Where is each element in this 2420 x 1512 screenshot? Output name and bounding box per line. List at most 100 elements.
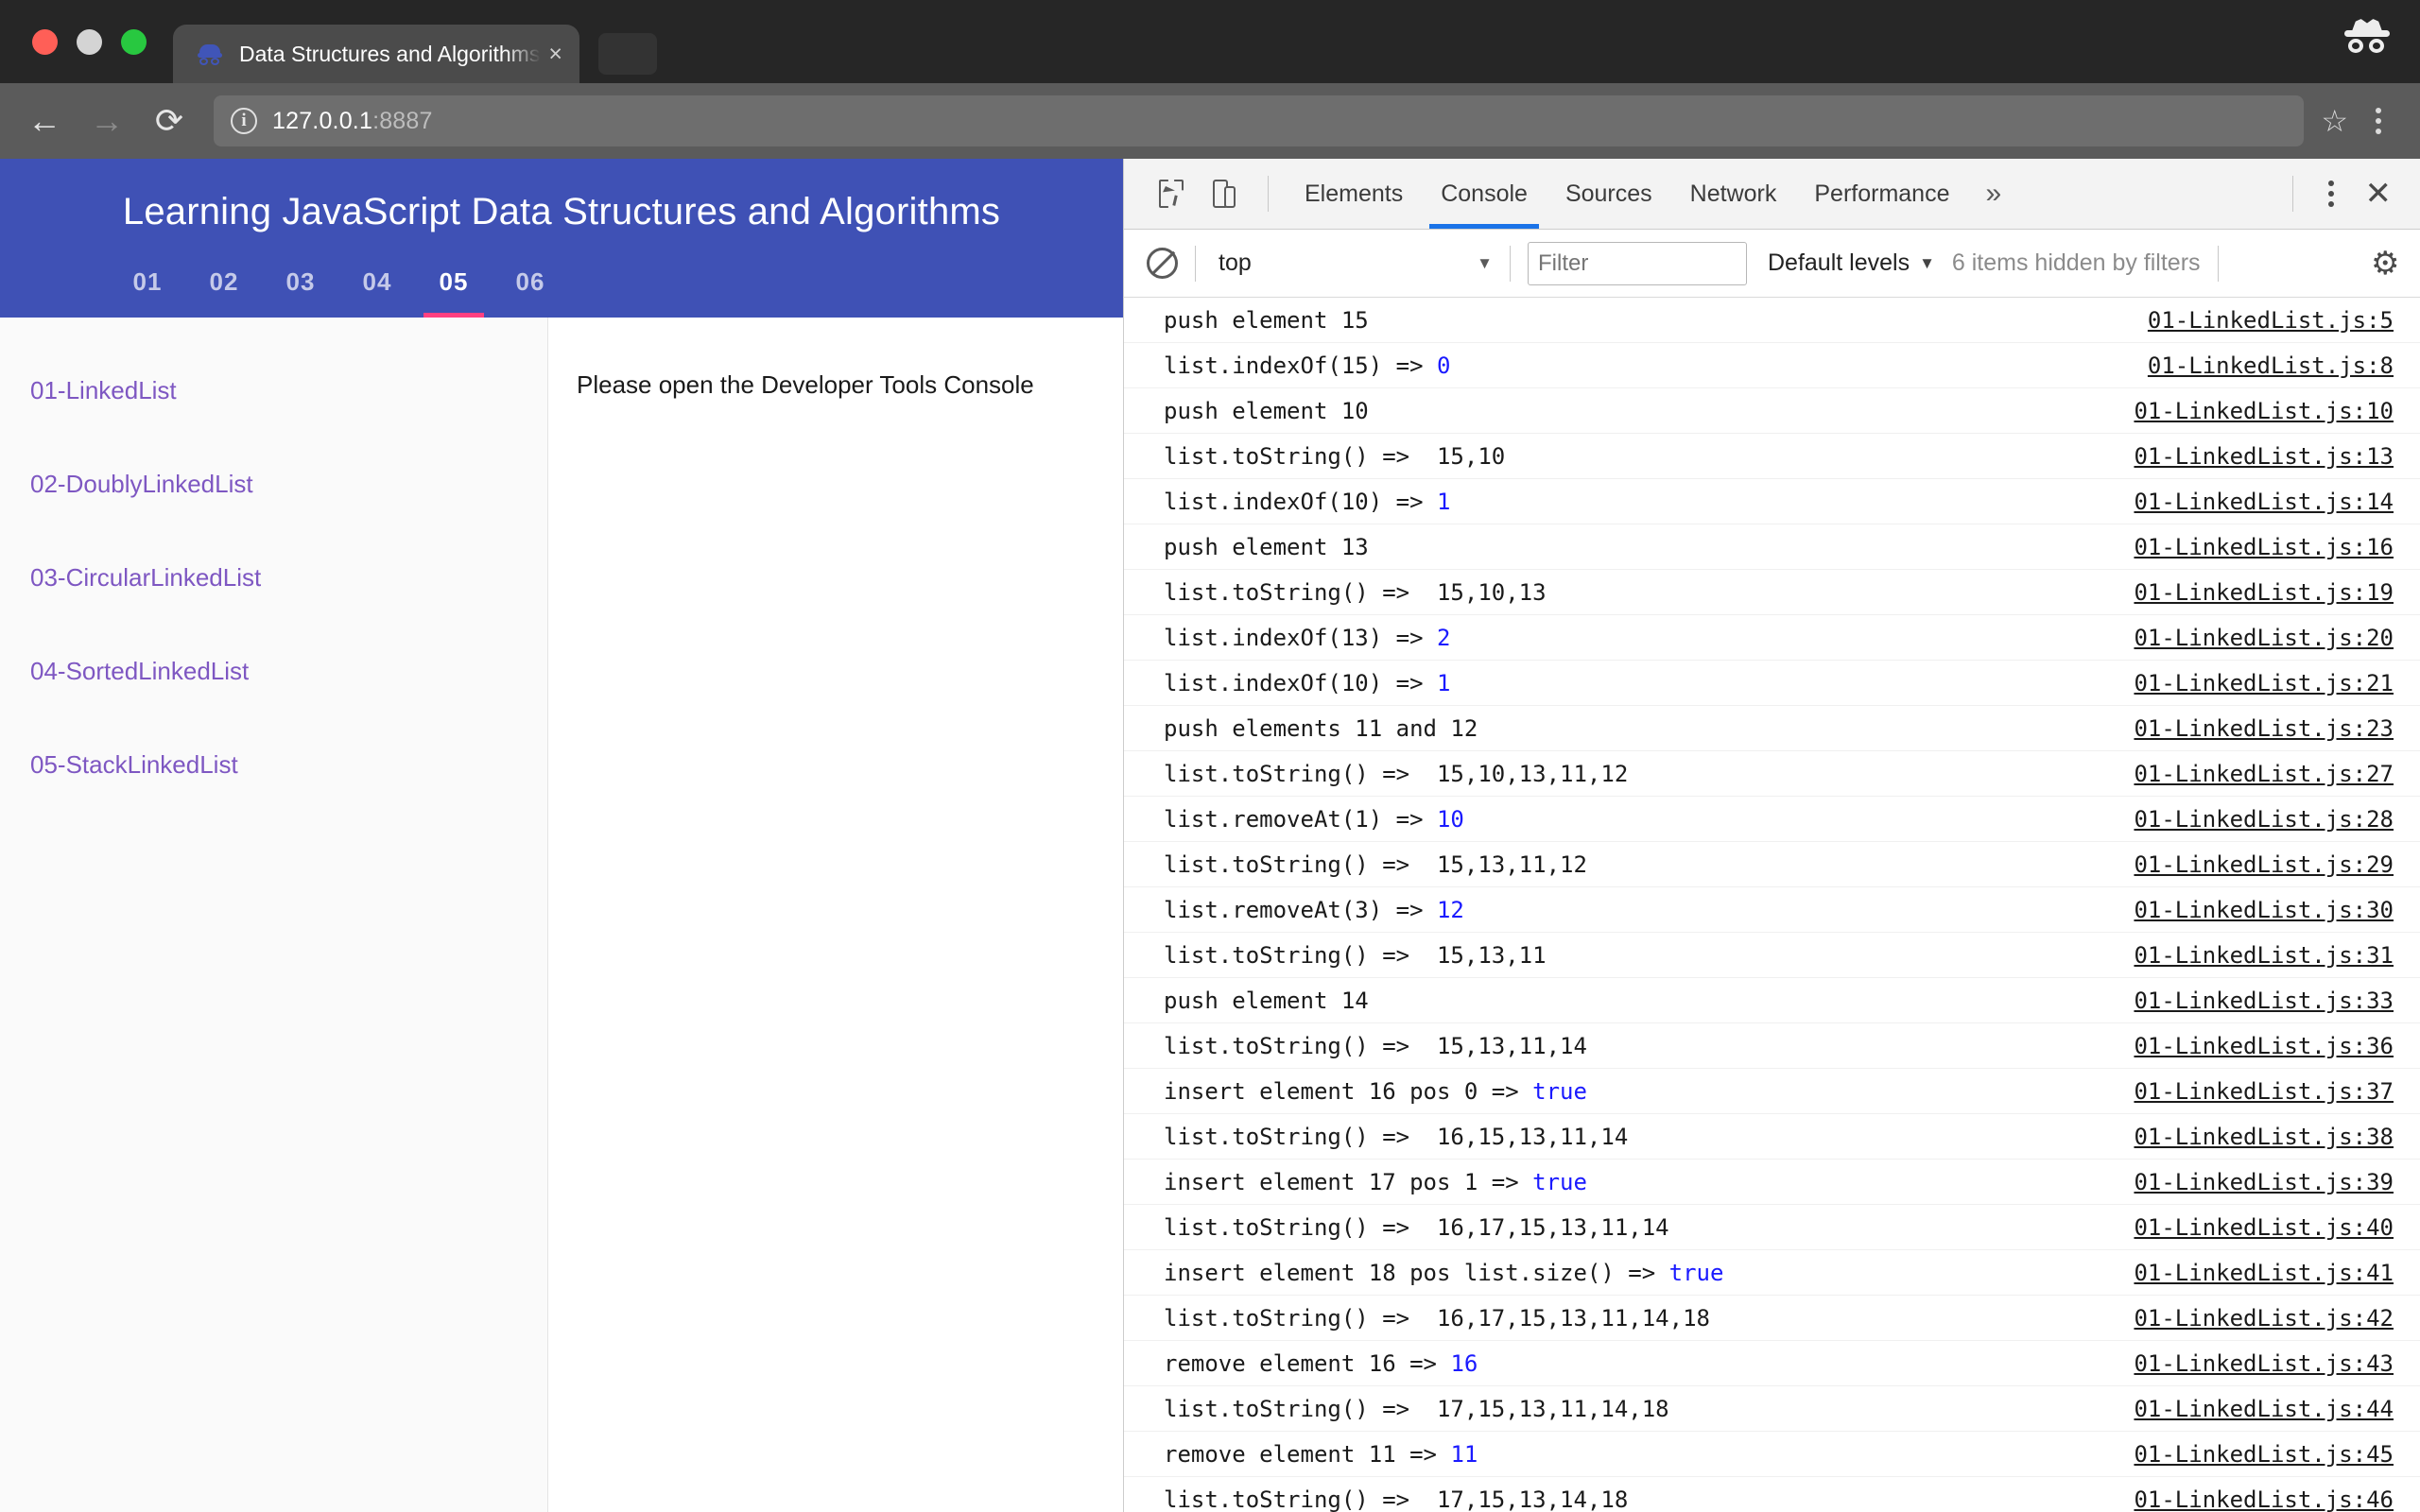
gear-icon[interactable]: ⚙ <box>2371 248 2403 280</box>
browser-menu-icon[interactable] <box>2358 108 2399 134</box>
console-message-row[interactable]: list.indexOf(15) => 001-LinkedList.js:8 <box>1124 343 2420 388</box>
console-message-row[interactable]: list.toString() => 15,13,1101-LinkedList… <box>1124 933 2420 978</box>
tab-strip: Data Structures and Algorithms × <box>0 0 2420 83</box>
devtools-menu-icon[interactable] <box>2310 180 2352 207</box>
console-source-link[interactable]: 01-LinkedList.js:45 <box>2134 1441 2394 1468</box>
console-message-text: list.indexOf(13) => 2 <box>1164 625 2134 651</box>
console-source-link[interactable]: 01-LinkedList.js:5 <box>2148 307 2394 334</box>
console-message-row[interactable]: list.toString() => 15,13,11,1401-LinkedL… <box>1124 1023 2420 1069</box>
forward-icon[interactable]: → <box>76 90 138 152</box>
devtools-tab-performance[interactable]: Performance <box>1795 159 1968 229</box>
maximize-window-button[interactable] <box>121 29 147 55</box>
console-source-link[interactable]: 01-LinkedList.js:21 <box>2134 670 2394 696</box>
console-message-row[interactable]: list.toString() => 15,13,11,1201-LinkedL… <box>1124 842 2420 887</box>
console-message-row[interactable]: list.indexOf(10) => 101-LinkedList.js:14 <box>1124 479 2420 524</box>
console-source-link[interactable]: 01-LinkedList.js:44 <box>2134 1396 2394 1422</box>
tab-close-icon[interactable]: × <box>548 43 562 66</box>
console-source-link[interactable]: 01-LinkedList.js:23 <box>2134 715 2394 742</box>
console-message-row[interactable]: insert element 18 pos list.size() => tru… <box>1124 1250 2420 1296</box>
console-message-row[interactable]: list.toString() => 15,10,1301-LinkedList… <box>1124 570 2420 615</box>
console-message-row[interactable]: list.toString() => 15,10,13,11,1201-Link… <box>1124 751 2420 797</box>
console-message-row[interactable]: push element 1001-LinkedList.js:10 <box>1124 388 2420 434</box>
console-message-row[interactable]: remove element 16 => 1601-LinkedList.js:… <box>1124 1341 2420 1386</box>
sidebar-link-02-doublylinkedlist[interactable]: 02-DoublyLinkedList <box>30 470 547 499</box>
console-source-link[interactable]: 01-LinkedList.js:37 <box>2134 1078 2394 1105</box>
console-message-text: list.toString() => 16,15,13,11,14 <box>1164 1124 2134 1150</box>
console-log-levels-selector[interactable]: Default levels ▼ <box>1768 249 1935 277</box>
console-message-row[interactable]: push element 1401-LinkedList.js:33 <box>1124 978 2420 1023</box>
chapter-tabs: 01 02 03 04 05 06 <box>0 267 1123 318</box>
console-source-link[interactable]: 01-LinkedList.js:33 <box>2134 988 2394 1014</box>
console-source-link[interactable]: 01-LinkedList.js:30 <box>2134 897 2394 923</box>
console-source-link[interactable]: 01-LinkedList.js:40 <box>2134 1214 2394 1241</box>
chapter-tab-01[interactable]: 01 <box>110 267 185 318</box>
console-message-row[interactable]: list.toString() => 16,17,15,13,11,1401-L… <box>1124 1205 2420 1250</box>
console-message-row[interactable]: push element 1501-LinkedList.js:5 <box>1124 298 2420 343</box>
device-toolbar-icon[interactable] <box>1198 167 1251 220</box>
console-source-link[interactable]: 01-LinkedList.js:16 <box>2134 534 2394 560</box>
console-source-link[interactable]: 01-LinkedList.js:31 <box>2134 942 2394 969</box>
console-message-row[interactable]: list.toString() => 16,17,15,13,11,14,180… <box>1124 1296 2420 1341</box>
console-source-link[interactable]: 01-LinkedList.js:46 <box>2134 1486 2394 1512</box>
sidebar-link-04-sortedlinkedlist[interactable]: 04-SortedLinkedList <box>30 657 547 686</box>
console-message-row[interactable]: list.toString() => 17,15,13,14,1801-Link… <box>1124 1477 2420 1512</box>
console-message-row[interactable]: list.indexOf(10) => 101-LinkedList.js:21 <box>1124 661 2420 706</box>
inspect-element-icon[interactable] <box>1145 167 1198 220</box>
devtools-more-tabs-icon[interactable]: » <box>1968 178 2018 210</box>
console-source-link[interactable]: 01-LinkedList.js:27 <box>2134 761 2394 787</box>
site-info-icon[interactable]: i <box>231 108 257 134</box>
new-tab-button[interactable] <box>598 33 657 75</box>
console-message-row[interactable]: list.toString() => 15,1001-LinkedList.js… <box>1124 434 2420 479</box>
console-source-link[interactable]: 01-LinkedList.js:42 <box>2134 1305 2394 1332</box>
console-source-link[interactable]: 01-LinkedList.js:13 <box>2134 443 2394 470</box>
devtools-tab-sources[interactable]: Sources <box>1547 159 1671 229</box>
address-bar[interactable]: i 127.0.0.1:8887 <box>214 95 2304 146</box>
console-source-link[interactable]: 01-LinkedList.js:38 <box>2134 1124 2394 1150</box>
chapter-tab-04[interactable]: 04 <box>339 267 415 318</box>
devtools-tab-network[interactable]: Network <box>1671 159 1796 229</box>
console-context-selector[interactable]: top ▼ <box>1219 249 1493 277</box>
console-message-row[interactable]: list.removeAt(3) => 1201-LinkedList.js:3… <box>1124 887 2420 933</box>
console-source-link[interactable]: 01-LinkedList.js:36 <box>2134 1033 2394 1059</box>
devtools-tab-elements[interactable]: Elements <box>1286 159 1422 229</box>
reload-icon[interactable]: ⟳ <box>138 90 200 152</box>
console-message-row[interactable]: remove element 11 => 1101-LinkedList.js:… <box>1124 1432 2420 1477</box>
back-icon[interactable]: ← <box>13 90 76 152</box>
chapter-tab-05[interactable]: 05 <box>416 267 492 318</box>
console-message-row[interactable]: insert element 16 pos 0 => true01-Linked… <box>1124 1069 2420 1114</box>
console-message-row[interactable]: list.removeAt(1) => 1001-LinkedList.js:2… <box>1124 797 2420 842</box>
console-message-row[interactable]: insert element 17 pos 1 => true01-Linked… <box>1124 1160 2420 1205</box>
console-message-row[interactable]: push element 1301-LinkedList.js:16 <box>1124 524 2420 570</box>
sidebar-link-03-circularlinkedlist[interactable]: 03-CircularLinkedList <box>30 563 547 593</box>
chapter-tab-02[interactable]: 02 <box>186 267 262 318</box>
log-levels-label: Default levels <box>1768 249 1910 277</box>
chapter-tab-03[interactable]: 03 <box>263 267 338 318</box>
console-source-link[interactable]: 01-LinkedList.js:10 <box>2134 398 2394 424</box>
console-message-row[interactable]: list.toString() => 16,15,13,11,1401-Link… <box>1124 1114 2420 1160</box>
sidebar-link-01-linkedlist[interactable]: 01-LinkedList <box>30 376 547 405</box>
browser-tab[interactable]: Data Structures and Algorithms × <box>173 25 579 83</box>
console-source-link[interactable]: 01-LinkedList.js:28 <box>2134 806 2394 833</box>
console-source-link[interactable]: 01-LinkedList.js:43 <box>2134 1350 2394 1377</box>
console-filter-input[interactable] <box>1528 242 1747 285</box>
devtools-tab-console[interactable]: Console <box>1422 159 1547 229</box>
console-source-link[interactable]: 01-LinkedList.js:39 <box>2134 1169 2394 1195</box>
open-console-message: Please open the Developer Tools Console <box>577 370 1123 400</box>
console-source-link[interactable]: 01-LinkedList.js:41 <box>2134 1260 2394 1286</box>
sidebar-link-05-stacklinkedlist[interactable]: 05-StackLinkedList <box>30 750 547 780</box>
console-source-link[interactable]: 01-LinkedList.js:19 <box>2134 579 2394 606</box>
console-source-link[interactable]: 01-LinkedList.js:20 <box>2134 625 2394 651</box>
console-message-row[interactable]: list.indexOf(13) => 201-LinkedList.js:20 <box>1124 615 2420 661</box>
console-source-link[interactable]: 01-LinkedList.js:14 <box>2134 489 2394 515</box>
bookmark-star-icon[interactable]: ☆ <box>2321 106 2348 136</box>
chapter-tab-06[interactable]: 06 <box>493 267 568 318</box>
console-source-link[interactable]: 01-LinkedList.js:8 <box>2148 352 2394 379</box>
minimize-window-button[interactable] <box>77 29 102 55</box>
console-message-list[interactable]: push element 1501-LinkedList.js:5list.in… <box>1124 298 2420 1512</box>
clear-console-icon[interactable] <box>1147 248 1178 279</box>
console-message-row[interactable]: push elements 11 and 1201-LinkedList.js:… <box>1124 706 2420 751</box>
console-message-row[interactable]: list.toString() => 17,15,13,11,14,1801-L… <box>1124 1386 2420 1432</box>
devtools-close-icon[interactable]: ✕ <box>2352 178 2406 210</box>
console-source-link[interactable]: 01-LinkedList.js:29 <box>2134 851 2394 878</box>
close-window-button[interactable] <box>32 29 58 55</box>
